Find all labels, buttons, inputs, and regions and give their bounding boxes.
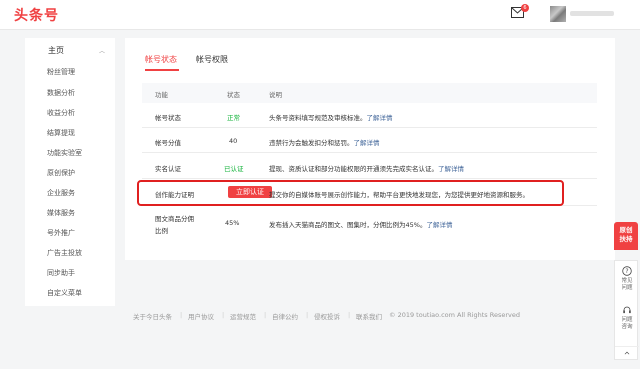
footer-link-convention[interactable]: 自律公约 bbox=[272, 311, 298, 321]
header-desc: 说明 bbox=[269, 91, 282, 99]
consult-line1: 问题 bbox=[621, 317, 633, 323]
row-feature: 帐号分值 bbox=[155, 139, 181, 147]
badge-line2: 扶持 bbox=[619, 235, 633, 243]
question-icon: ? bbox=[622, 266, 632, 276]
learn-more-link[interactable]: 了解详情 bbox=[354, 139, 380, 147]
faq-line1: 常见 bbox=[621, 278, 633, 284]
sidebar-item-settlement[interactable]: 结算提现 bbox=[47, 128, 75, 138]
sidebar-home[interactable]: 主页 ︿ bbox=[25, 38, 115, 60]
sidebar-item-promotion[interactable]: 号外推广 bbox=[47, 228, 75, 238]
highlight-box bbox=[137, 180, 564, 206]
footer-link-contact[interactable]: 联系我们 bbox=[356, 311, 382, 321]
badge-line1: 原创 bbox=[619, 226, 633, 234]
row-state: 已认证 bbox=[224, 165, 244, 173]
sidebar-item-media[interactable]: 媒体服务 bbox=[47, 208, 75, 218]
tab-account-permissions[interactable]: 帐号权限 bbox=[196, 54, 228, 65]
consult-line2: 咨询 bbox=[621, 324, 633, 330]
footer-link-about[interactable]: 关于今日头条 bbox=[133, 311, 172, 321]
top-bar: 头条号 6 bbox=[0, 0, 640, 30]
sidebar-item-income[interactable]: 收益分析 bbox=[47, 108, 75, 118]
table-row: 图文商品分佣 比例 45% 发布插入天猫商品的图文、图集时，分佣比例为45%。了… bbox=[142, 206, 597, 240]
sidebar: 主页 ︿ 粉丝管理 数据分析 收益分析 结算提现 功能实验室 原创保护 企业服务… bbox=[25, 38, 115, 306]
row-desc: 发布插入天猫商品的图文、图集时，分佣比例为45%。 bbox=[269, 221, 427, 229]
footer-divider: | bbox=[180, 311, 183, 319]
original-support-badge[interactable]: 原创 扶持 bbox=[614, 222, 638, 250]
headset-icon bbox=[623, 306, 631, 314]
learn-more-link[interactable]: 了解详情 bbox=[438, 165, 464, 173]
sidebar-item-custom-menu[interactable]: 自定义菜单 bbox=[47, 288, 82, 298]
row-feature-line2: 比例 bbox=[155, 227, 168, 235]
table-row: 实名认证 已认证 提现、资质认证和部分功能权限的开通须先完成实名认证。了解详情 bbox=[142, 153, 597, 179]
table-row: 帐号状态 正常 头条号资料填写规范及审核标准。了解详情 bbox=[142, 103, 597, 128]
footer-link-agreement[interactable]: 用户协议 bbox=[188, 311, 214, 321]
sidebar-item-lab[interactable]: 功能实验室 bbox=[47, 148, 82, 158]
row-state: 45% bbox=[225, 219, 240, 227]
sidebar-item-fans[interactable]: 粉丝管理 bbox=[47, 67, 75, 77]
help-panel: ? 常见 问题 问题 咨询 bbox=[614, 260, 639, 360]
footer-link-rules[interactable]: 运营规范 bbox=[230, 311, 256, 321]
tab-account-status[interactable]: 帐号状态 bbox=[145, 54, 177, 65]
chevron-up-icon[interactable]: ︿ bbox=[99, 46, 105, 55]
footer-divider: | bbox=[222, 311, 225, 319]
header-state: 状态 bbox=[227, 91, 240, 99]
footer-divider: | bbox=[348, 311, 351, 319]
row-desc: 违禁行为会触发扣分和惩罚。 bbox=[269, 139, 354, 147]
footer-divider: | bbox=[306, 311, 309, 319]
username-redacted[interactable] bbox=[570, 11, 614, 16]
avatar[interactable] bbox=[550, 6, 566, 22]
consult-button[interactable]: 问题 咨询 bbox=[615, 305, 639, 331]
row-state: 40 bbox=[229, 137, 238, 145]
sidebar-item-enterprise[interactable]: 企业服务 bbox=[47, 188, 75, 198]
svg-text:?: ? bbox=[625, 268, 628, 275]
row-feature: 帐号状态 bbox=[155, 114, 181, 122]
footer-divider: | bbox=[264, 311, 267, 319]
mail-badge: 6 bbox=[521, 4, 529, 12]
footer-link-complaint[interactable]: 侵权投诉 bbox=[314, 311, 340, 321]
row-desc: 头条号资料填写规范及审核标准。 bbox=[269, 114, 367, 122]
toutiao-logo[interactable]: 头条号 bbox=[14, 5, 59, 25]
learn-more-link[interactable]: 了解详情 bbox=[367, 114, 393, 122]
table-row: 帐号分值 40 违禁行为会触发扣分和惩罚。了解详情 bbox=[142, 128, 597, 153]
faq-line2: 问题 bbox=[621, 285, 633, 291]
row-feature: 实名认证 bbox=[155, 165, 181, 173]
footer-copyright: © 2019 toutiao.com All Rights Reserved bbox=[389, 311, 520, 319]
sidebar-item-data-analysis[interactable]: 数据分析 bbox=[47, 88, 75, 98]
row-feature-line1: 图文商品分佣 bbox=[155, 215, 194, 223]
row-desc-wrap: 发布插入天猫商品的图文、图集时，分佣比例为45%。了解详情 bbox=[269, 219, 452, 229]
arrow-up-icon bbox=[624, 351, 630, 355]
row-desc-wrap: 头条号资料填写规范及审核标准。了解详情 bbox=[269, 112, 393, 122]
header-feature: 功能 bbox=[155, 91, 168, 99]
row-state: 正常 bbox=[227, 114, 240, 122]
tab-active-underline bbox=[145, 69, 179, 71]
sidebar-home-label: 主页 bbox=[48, 46, 64, 55]
footer: 关于今日头条 | 用户协议 | 运营规范 | 自律公约 | 侵权投诉 | 联系我… bbox=[0, 311, 640, 323]
row-desc: 提现、资质认证和部分功能权限的开通须先完成实名认证。 bbox=[269, 165, 438, 173]
row-desc-wrap: 提现、资质认证和部分功能权限的开通须先完成实名认证。了解详情 bbox=[269, 163, 464, 173]
back-to-top-button[interactable] bbox=[615, 346, 639, 359]
learn-more-link[interactable]: 了解详情 bbox=[426, 221, 452, 229]
row-desc-wrap: 违禁行为会触发扣分和惩罚。了解详情 bbox=[269, 137, 380, 147]
sidebar-item-original[interactable]: 原创保护 bbox=[47, 168, 75, 178]
sidebar-item-advertiser[interactable]: 广告主投放 bbox=[47, 248, 82, 258]
main-panel: 帐号状态 帐号权限 功能 状态 说明 帐号状态 正常 头条号资料填写规范及审核标… bbox=[125, 38, 615, 260]
sidebar-item-sync[interactable]: 同步助手 bbox=[47, 268, 75, 278]
faq-button[interactable]: ? 常见 问题 bbox=[615, 266, 639, 292]
table-header: 功能 状态 说明 bbox=[142, 83, 597, 103]
